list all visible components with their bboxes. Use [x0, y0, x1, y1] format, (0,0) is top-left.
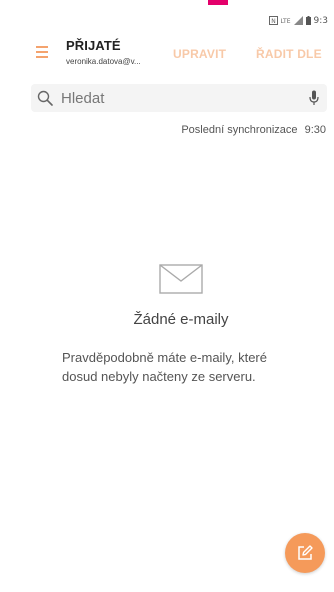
sync-label: Poslední synchronizace: [181, 124, 298, 136]
nfc-icon: N: [268, 15, 278, 27]
svg-text:N: N: [271, 18, 276, 25]
battery-icon: [305, 15, 311, 27]
empty-state-description: Pravděpodobně máte e-maily, které dosud …: [62, 350, 267, 384]
search-bar[interactable]: [31, 84, 327, 112]
edit-button[interactable]: UPRAVIT: [173, 47, 226, 61]
sync-status: Poslední synchronizace 9:30: [181, 124, 326, 136]
status-time: 9:3: [313, 16, 328, 26]
lte-icon: LTE: [280, 17, 291, 25]
inbox-screen: N LTE 9:3 PŘIJATÉ veronika.datova@v... U…: [0, 0, 334, 592]
account-email: veronika.datova@v...: [66, 57, 141, 66]
search-input[interactable]: [61, 87, 291, 109]
sort-button[interactable]: ŘADIT DLE: [256, 47, 322, 61]
signal-icon: [293, 15, 303, 27]
app-header: PŘIJATÉ veronika.datova@v... UPRAVIT ŘAD…: [0, 34, 334, 76]
empty-state-title: Žádné e-maily: [133, 311, 229, 328]
compose-icon: [298, 545, 313, 560]
status-bar: N LTE 9:3: [268, 14, 328, 28]
folder-title: PŘIJATÉ: [66, 38, 121, 53]
microphone-icon[interactable]: [309, 90, 319, 106]
envelope-icon: [159, 264, 203, 294]
sync-time: 9:30: [304, 124, 326, 136]
compose-button[interactable]: [285, 533, 325, 573]
hamburger-menu-icon[interactable]: [36, 46, 48, 58]
search-icon: [37, 90, 53, 106]
top-indicator: [208, 0, 228, 5]
